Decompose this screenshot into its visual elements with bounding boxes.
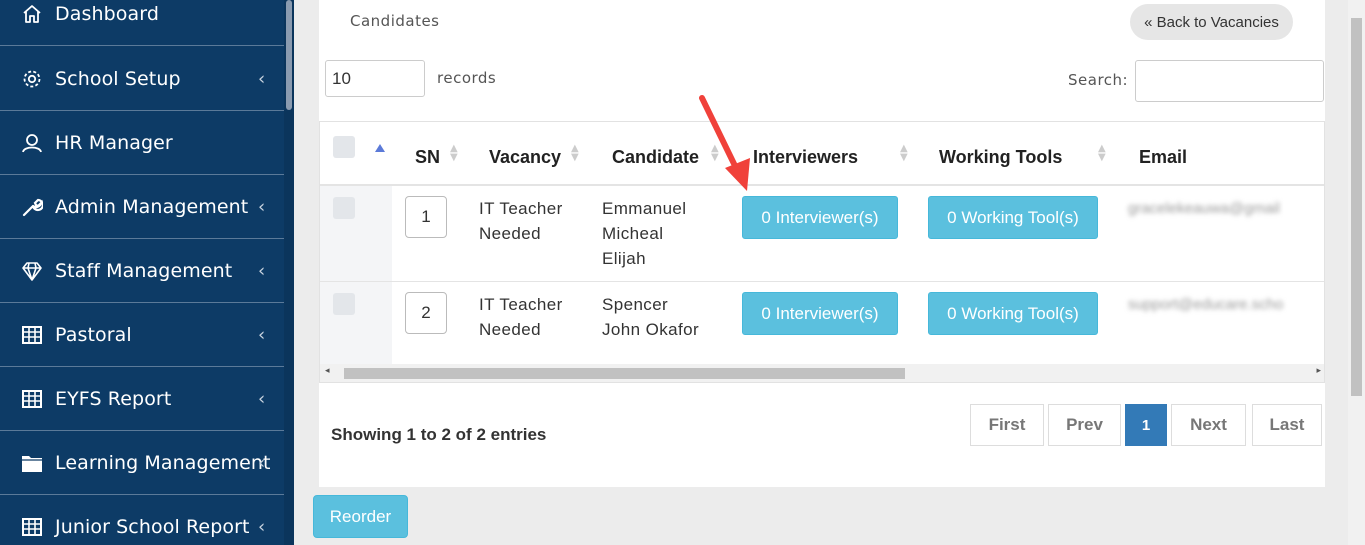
section-title: Candidates — [350, 12, 440, 30]
folder-icon — [20, 451, 44, 475]
wrench-icon — [20, 195, 44, 219]
table-horizontal-scrollbar[interactable]: ◂ ▸ — [320, 364, 1324, 382]
page-scrollbar[interactable] — [1348, 0, 1365, 545]
candidates-table: SN ▲ ▼ Vacancy ▲ ▼ Candidate ▲ ▼ Interviewe… — [319, 121, 1325, 383]
sidebar-item-hr-manager[interactable]: HR Manager — [0, 111, 294, 175]
sidebar-item-label: Junior School Report — [55, 515, 250, 538]
sidebar-item-label: School Setup — [55, 67, 181, 90]
row-checkbox[interactable] — [333, 293, 355, 315]
candidate-cell: Spencer John Okafor — [602, 295, 700, 339]
pagination-prev[interactable]: Prev — [1048, 404, 1121, 446]
sidebar-item-label: HR Manager — [55, 131, 173, 154]
candidate-cell: Emmanuel Micheal Elijah — [602, 199, 687, 268]
pagination-last[interactable]: Last — [1252, 404, 1322, 446]
sidebar-item-label: Pastoral — [55, 323, 132, 346]
vacancy-cell: IT Teacher Needed — [479, 199, 563, 243]
sidebar: Dashboard School Setup ‹ HR Manager Admi… — [0, 0, 294, 545]
scroll-left-icon[interactable]: ◂ — [325, 366, 330, 376]
back-to-vacancies-button[interactable]: « Back to Vacancies — [1130, 4, 1293, 40]
scroll-right-icon[interactable]: ▸ — [1316, 366, 1321, 376]
column-header-candidate[interactable]: Candidate — [612, 147, 699, 168]
search-label: Search: — [1068, 71, 1129, 89]
sidebar-item-label: Dashboard — [55, 2, 159, 25]
sidebar-item-admin-management[interactable]: Admin Management ‹ — [0, 175, 294, 239]
sidebar-item-label: Learning Management — [55, 451, 271, 474]
chevron-left-icon: ‹ — [258, 68, 266, 89]
sort-icon[interactable]: ▲ ▼ — [571, 144, 579, 163]
chevron-left-icon: ‹ — [258, 324, 266, 345]
table-icon — [20, 323, 44, 347]
search-input[interactable] — [1135, 60, 1324, 102]
sidebar-item-learning-management[interactable]: Learning Management ‹ — [0, 431, 294, 495]
gear-icon — [20, 67, 44, 91]
table-row: 1 IT Teacher Needed Emmanuel Micheal Eli… — [320, 186, 1324, 282]
table-header: SN ▲ ▼ Vacancy ▲ ▼ Candidate ▲ ▼ Interviewe… — [320, 122, 1324, 186]
table-icon — [20, 515, 44, 539]
page-scrollbar-thumb[interactable] — [1351, 18, 1362, 396]
email-cell: support@educare.scho — [1128, 296, 1284, 313]
sort-icon[interactable]: ▲ ▼ — [1098, 144, 1106, 163]
column-header-email[interactable]: Email — [1139, 147, 1187, 168]
sort-icon[interactable]: ▲ ▼ — [900, 144, 908, 163]
pagination-page-1[interactable]: 1 — [1125, 404, 1167, 446]
sidebar-scrollbar-thumb[interactable] — [286, 0, 292, 110]
select-all-checkbox[interactable] — [333, 136, 355, 158]
home-icon — [20, 2, 44, 26]
sidebar-item-staff-management[interactable]: Staff Management ‹ — [0, 239, 294, 303]
sn-input[interactable]: 2 — [405, 292, 447, 334]
reorder-button[interactable]: Reorder — [313, 495, 408, 538]
sidebar-item-junior-school-report[interactable]: Junior School Report ‹ — [0, 495, 294, 545]
sidebar-item-dashboard[interactable]: Dashboard — [0, 0, 294, 46]
table-scrollbar-thumb[interactable] — [344, 368, 905, 379]
sidebar-item-label: Admin Management — [55, 195, 249, 218]
chevron-left-icon: ‹ — [258, 260, 266, 281]
pagination-next[interactable]: Next — [1171, 404, 1246, 446]
chevron-left-icon: ‹ — [258, 452, 266, 473]
records-label: records — [437, 69, 497, 87]
sidebar-item-school-setup[interactable]: School Setup ‹ — [0, 47, 294, 111]
interviewers-button[interactable]: 0 Interviewer(s) — [742, 196, 898, 239]
vacancy-cell: IT Teacher Needed — [479, 295, 563, 339]
entries-info: Showing 1 to 2 of 2 entries — [331, 425, 547, 444]
annotation-arrow-icon — [699, 95, 750, 191]
sn-input[interactable]: 1 — [405, 196, 447, 238]
column-header-interviewers[interactable]: Interviewers — [753, 147, 858, 168]
sidebar-item-pastoral[interactable]: Pastoral ‹ — [0, 303, 294, 367]
working-tools-button[interactable]: 0 Working Tool(s) — [928, 292, 1098, 335]
chevron-left-icon: ‹ — [258, 516, 266, 537]
sort-asc-icon[interactable] — [375, 144, 385, 152]
sidebar-item-eyfs-report[interactable]: EYFS Report ‹ — [0, 367, 294, 431]
sidebar-item-label: EYFS Report — [55, 387, 172, 410]
interviewers-button[interactable]: 0 Interviewer(s) — [742, 292, 898, 335]
records-per-page-input[interactable] — [325, 60, 425, 97]
column-header-sn[interactable]: SN — [415, 147, 440, 168]
table-icon — [20, 387, 44, 411]
chevron-left-icon: ‹ — [258, 388, 266, 409]
user-icon — [20, 131, 44, 155]
column-header-vacancy[interactable]: Vacancy — [489, 147, 561, 168]
chevron-left-icon: ‹ — [258, 196, 266, 217]
row-checkbox[interactable] — [333, 197, 355, 219]
table-row: 2 IT Teacher Needed Spencer John Okafor … — [320, 282, 1324, 366]
sidebar-scrollbar[interactable] — [284, 0, 294, 545]
sort-icon[interactable]: ▲ ▼ — [450, 144, 458, 163]
sidebar-item-label: Staff Management — [55, 259, 233, 282]
working-tools-button[interactable]: 0 Working Tool(s) — [928, 196, 1098, 239]
email-cell: gracelekeauwa@gmail — [1128, 200, 1280, 217]
column-header-working-tools[interactable]: Working Tools — [939, 147, 1062, 168]
pagination-first[interactable]: First — [970, 404, 1044, 446]
diamond-icon — [20, 259, 44, 283]
